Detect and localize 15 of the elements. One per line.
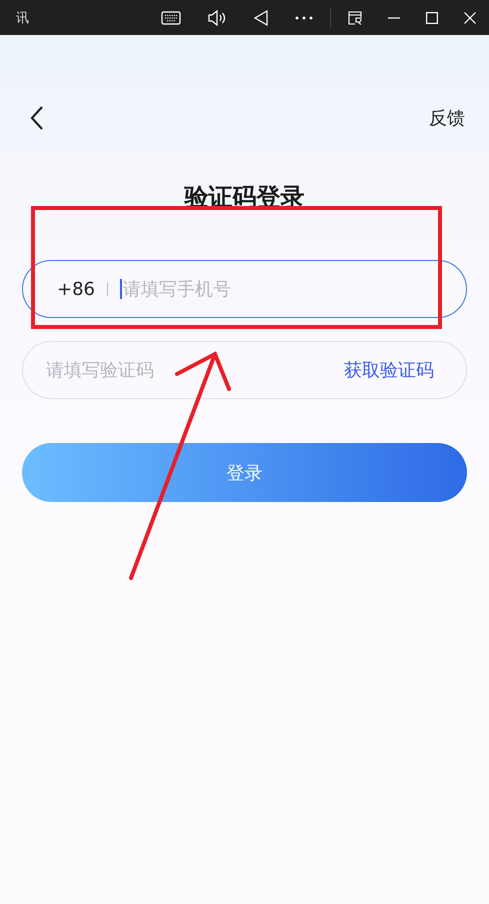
keyboard-icon[interactable] (161, 10, 181, 24)
more-icon[interactable] (295, 16, 313, 20)
window-title: 讯 (16, 10, 29, 26)
maximize-icon[interactable] (426, 12, 438, 24)
get-code-link[interactable]: 获取验证码 (344, 358, 434, 382)
minimize-icon[interactable] (388, 16, 400, 18)
code-field[interactable]: 请填写验证码 获取验证码 (22, 341, 467, 399)
speaker-icon[interactable] (207, 8, 227, 26)
feedback-link[interactable]: 反馈 (429, 106, 465, 130)
screen-select-icon[interactable] (348, 10, 362, 24)
back-icon[interactable] (30, 106, 44, 130)
phone-field[interactable]: +86 请填写手机号 (22, 260, 467, 318)
back-triangle-icon[interactable] (253, 8, 269, 26)
close-icon[interactable] (464, 12, 476, 24)
country-code[interactable]: +86 (57, 278, 95, 300)
